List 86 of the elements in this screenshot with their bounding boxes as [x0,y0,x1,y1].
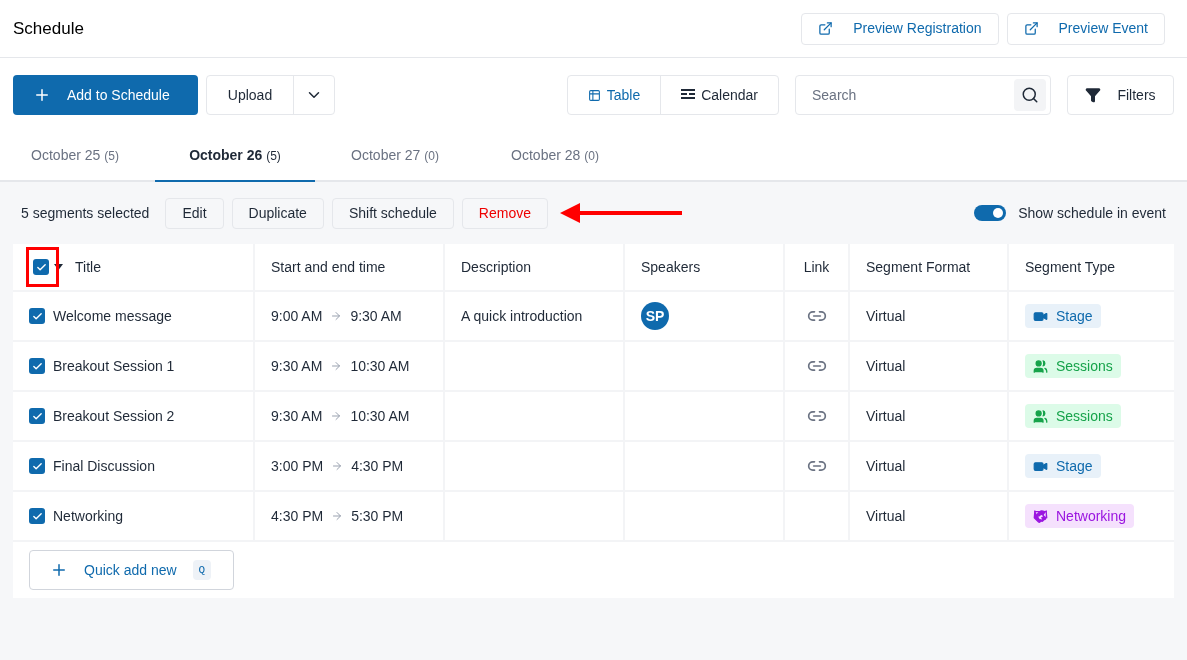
action-button[interactable]: Remove [461,197,548,229]
table-cell-text: A quick introduction [461,306,583,326]
people-icon [1033,358,1048,374]
column-header: Title [75,257,101,277]
grid-icon [587,88,601,102]
table-cell-text: 9:30 AM [350,306,402,326]
check-icon [31,460,43,472]
column-header: Segment Format [866,257,971,277]
table-cell-text: 4:30 PM [351,456,404,476]
highlight-frame [26,247,59,287]
table-cell-text: 9:30 AM [271,406,323,426]
arrow-right-icon [331,510,344,522]
plus-icon [33,86,51,104]
shortcut-key: Q [192,559,212,581]
people-icon [1033,408,1048,424]
table-cell-text: Breakout Session 2 [53,406,175,426]
column-header: Link [803,257,830,277]
quick-add-button[interactable]: Quick add new Q [29,550,234,590]
segment-type-tag: Sessions [1025,404,1121,428]
selection-summary: 5 segments selected [21,203,150,223]
table-cell-text: 3:00 PM [271,456,324,476]
column-header: Speakers [641,257,701,277]
checkbox[interactable] [33,259,49,275]
caret-down-icon [54,264,63,270]
checkbox[interactable] [29,308,45,324]
column-header: Description [461,257,532,277]
funnel-icon [1085,87,1102,103]
check-icon [31,310,43,322]
table-cell-text: Breakout Session 1 [53,356,175,376]
search-input[interactable]: Search [812,84,1014,106]
action-button[interactable]: Shift schedule [331,197,454,229]
checkbox[interactable] [29,508,45,524]
check-icon [31,510,43,522]
table-cell-text: Networking [53,506,124,526]
date-tab[interactable]: October 27 (0) [315,130,475,182]
table-cell-text: Virtual [866,306,906,326]
handshake-icon [1033,508,1048,524]
checkbox[interactable] [29,458,45,474]
segment-type-tag: Sessions [1025,354,1121,378]
table-cell-text: Virtual [866,356,906,376]
external-link-icon [818,21,834,36]
preview-button[interactable]: Preview Registration [801,12,999,45]
arrow-right-icon [330,360,343,372]
toggle-label: Show schedule in event [1018,203,1166,223]
segment-type-tag: Networking [1025,504,1135,528]
speaker-avatar: SP [641,302,669,330]
arrow-right-icon [330,310,343,322]
date-tab[interactable]: October 25 (5) [0,130,155,182]
table-cell-text: Welcome message [53,306,172,326]
table-cell-text: Virtual [866,406,906,426]
external-link-icon [1023,21,1039,36]
column-header: Segment Type [1025,257,1116,277]
view-tab[interactable]: Table [567,76,661,114]
arrow-right-icon [330,410,343,422]
table-cell-text: 10:30 AM [350,406,410,426]
table-cell-text: Virtual [866,456,906,476]
table-cell-text: 9:00 AM [271,306,323,326]
table-cell-text: 4:30 PM [271,506,324,526]
action-button[interactable]: Edit [165,197,224,229]
checkbox[interactable] [29,358,45,374]
table-cell-text: Final Discussion [53,456,155,476]
search-field[interactable]: Search [795,75,1051,115]
arrow-right-icon [331,460,344,472]
date-tab[interactable]: October 26 (5) [155,130,315,182]
segment-type-tag: Stage [1025,304,1101,328]
plus-icon [50,561,68,579]
column-header: Start and end time [271,257,386,277]
view-tab[interactable]: Calendar [660,76,778,114]
check-icon [35,261,47,273]
search-icon[interactable] [1014,79,1046,111]
preview-button[interactable]: Preview Event [1006,12,1165,45]
segment-type-tag: Stage [1025,454,1101,478]
action-button[interactable]: Duplicate [231,197,324,229]
add-button[interactable]: Add to Schedule [13,75,198,115]
checkbox[interactable] [29,408,45,424]
table-cell-text: 9:30 AM [271,356,323,376]
check-icon [31,410,43,422]
date-tab[interactable]: October 28 (0) [475,130,635,182]
table-cell-text: Virtual [866,506,906,526]
filters-button[interactable]: Filters [1067,75,1174,115]
table-cell-text: 10:30 AM [350,356,410,376]
calendar-icon [681,89,696,101]
page-title: Schedule [13,17,84,40]
table-cell-text: 5:30 PM [351,506,404,526]
toggle-switch[interactable] [974,205,1007,221]
check-icon [31,360,43,372]
